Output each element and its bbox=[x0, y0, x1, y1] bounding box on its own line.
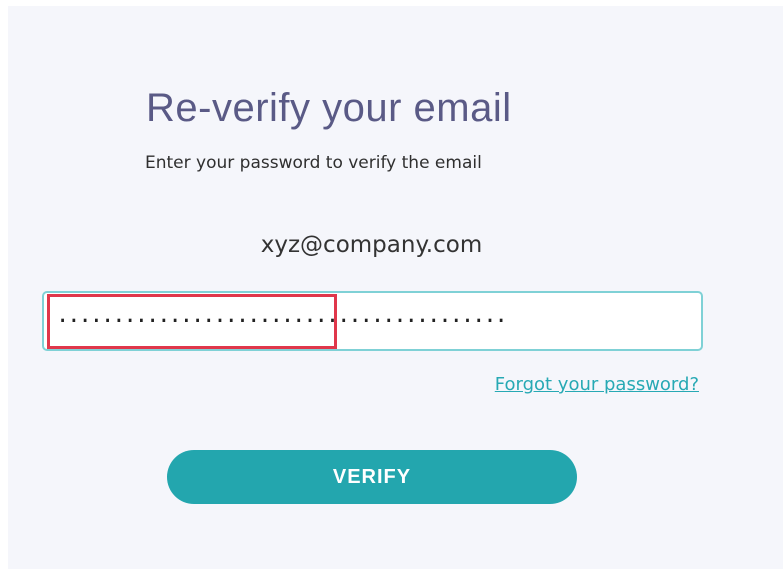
password-input[interactable] bbox=[56, 293, 676, 349]
reverify-card: Re-verify your email Enter your password… bbox=[8, 6, 783, 569]
page-title: Re-verify your email bbox=[146, 86, 512, 130]
verify-button[interactable]: VERIFY bbox=[167, 450, 577, 504]
forgot-password-link[interactable]: Forgot your password? bbox=[495, 373, 699, 397]
email-address: xyz@company.com bbox=[260, 232, 483, 258]
page-subtitle: Enter your password to verify the email bbox=[145, 153, 482, 173]
password-field[interactable] bbox=[42, 291, 703, 351]
